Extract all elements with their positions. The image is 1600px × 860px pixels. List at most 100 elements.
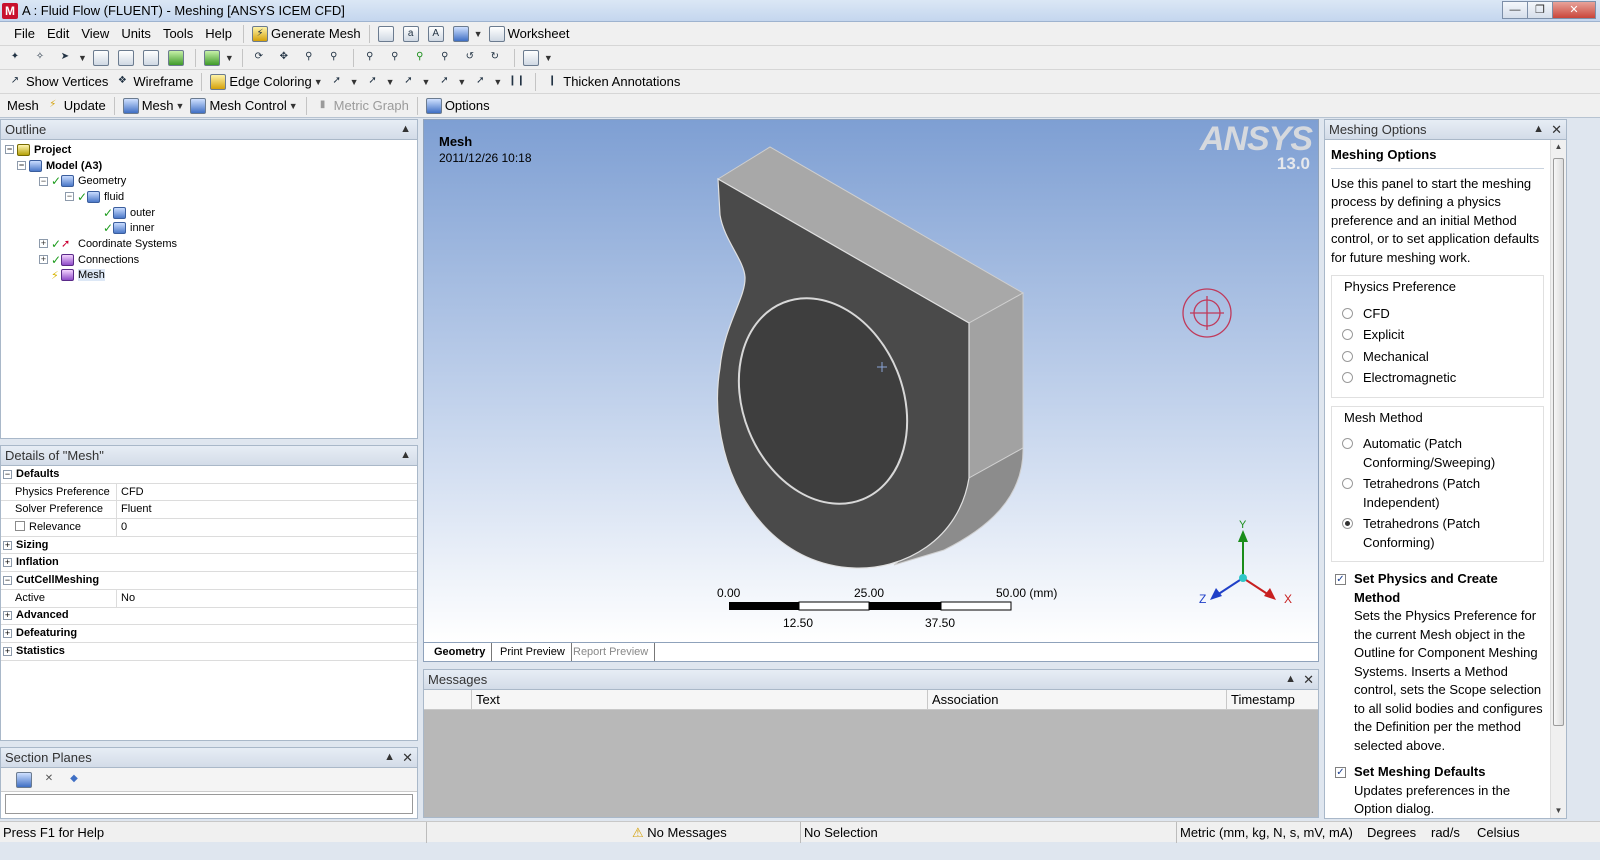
radio-tetra-conforming[interactable]: Tetrahedrons (Patch Conforming) bbox=[1336, 515, 1539, 552]
status-messages[interactable]: ⚠ No Messages bbox=[632, 824, 727, 842]
edge-coloring-button[interactable]: Edge Coloring ▼ bbox=[207, 72, 325, 92]
menu-units[interactable]: Units bbox=[115, 26, 157, 41]
edge-display-1-button[interactable]: ➚ ▼ bbox=[326, 72, 362, 92]
options-button[interactable]: Options bbox=[423, 96, 493, 116]
collapse-icon[interactable]: − bbox=[17, 161, 26, 171]
menu-help[interactable]: Help bbox=[199, 26, 238, 41]
scroll-down-icon[interactable]: ▼ bbox=[1551, 804, 1566, 818]
select-mode-icon[interactable]: ✦ bbox=[4, 48, 29, 68]
group-statistics[interactable]: + Statistics bbox=[1, 643, 417, 661]
wireframe-button[interactable]: ❖ Wireframe bbox=[111, 72, 196, 92]
status-rate[interactable]: rad/s bbox=[1431, 824, 1460, 842]
group-inflation[interactable]: + Inflation bbox=[1, 554, 417, 573]
tab-report-preview[interactable]: Report Preview bbox=[567, 643, 656, 661]
vertex-select-icon[interactable]: ✧ bbox=[29, 48, 54, 68]
tree-node-outer[interactable]: ✓ outer bbox=[5, 205, 413, 221]
scroll-up-icon[interactable]: ▲ bbox=[1551, 140, 1566, 154]
meshing-options-scrollbar[interactable]: ▲ ▼ bbox=[1550, 140, 1566, 818]
radio-cfd[interactable]: CFD bbox=[1342, 305, 1539, 324]
group-advanced[interactable]: + Advanced bbox=[1, 608, 417, 626]
generate-mesh-button[interactable]: ⚡ Generate Mesh bbox=[249, 24, 364, 44]
mesh-control-button[interactable]: Mesh Control ▼ bbox=[187, 96, 300, 116]
select-edge-icon[interactable] bbox=[115, 48, 140, 68]
abc-button[interactable]: a bbox=[400, 24, 425, 44]
select-face-icon[interactable] bbox=[140, 48, 165, 68]
status-temperature[interactable]: Celsius bbox=[1477, 824, 1520, 842]
zoom-icon[interactable]: ⚲ bbox=[298, 48, 323, 68]
menu-view[interactable]: View bbox=[75, 26, 115, 41]
expand-icon[interactable]: + bbox=[39, 255, 48, 265]
parameter-checkbox[interactable] bbox=[15, 521, 25, 532]
set-defaults-checkbox-row[interactable]: ✓ Set Meshing Defaults Updates preferenc… bbox=[1331, 763, 1544, 818]
zoom-to-fit-icon[interactable]: ⚲ bbox=[359, 48, 384, 68]
rotate-icon[interactable]: ⟳ bbox=[248, 48, 273, 68]
expand-icon[interactable]: + bbox=[39, 239, 48, 249]
close-icon[interactable]: ✕ bbox=[402, 748, 413, 767]
radio-electromagnetic[interactable]: Electromagnetic bbox=[1342, 369, 1539, 388]
radio-explicit[interactable]: Explicit bbox=[1342, 326, 1539, 345]
edit-section-plane-icon[interactable]: ◆ bbox=[63, 770, 88, 790]
tree-node-fluid[interactable]: − ✓ fluid bbox=[5, 189, 413, 205]
graphics-viewport[interactable]: Mesh 2011/12/26 10:18 ANSYS 13.0 0.00 25… bbox=[423, 119, 1319, 643]
expand-icon[interactable]: + bbox=[3, 629, 12, 639]
restore-button[interactable]: ❐ bbox=[1527, 1, 1553, 19]
set-physics-checkbox[interactable]: ✓ bbox=[1335, 574, 1346, 585]
row-active[interactable]: Active No bbox=[1, 589, 417, 608]
section-planes-list[interactable] bbox=[5, 794, 413, 814]
magnifier-icon[interactable]: ⚲ bbox=[409, 48, 434, 68]
tree-node-project[interactable]: − Project bbox=[5, 142, 413, 158]
edge-display-3-button[interactable]: ➚ ▼ bbox=[397, 72, 433, 92]
collapse-icon[interactable]: − bbox=[3, 575, 12, 585]
group-cutcellmeshing[interactable]: − CutCellMeshing bbox=[1, 572, 417, 590]
viewport-layout-icon[interactable]: ▼ bbox=[520, 48, 556, 68]
column-timestamp[interactable]: Timestamp bbox=[1227, 690, 1318, 709]
pointer-icon[interactable]: ➤ ▼ bbox=[54, 48, 90, 68]
column-association[interactable]: Association bbox=[928, 690, 1227, 709]
set-physics-checkbox-row[interactable]: ✓ Set Physics and Create Method Sets the… bbox=[1331, 570, 1544, 755]
menu-edit[interactable]: Edit bbox=[41, 26, 75, 41]
tab-geometry[interactable]: Geometry bbox=[428, 643, 493, 661]
show-vertices-button[interactable]: ↗ Show Vertices bbox=[4, 72, 111, 92]
radio-automatic[interactable]: Automatic (Patch Conforming/Sweeping) bbox=[1336, 435, 1539, 472]
tree-node-model[interactable]: − Model (A3) bbox=[5, 158, 413, 174]
menu-file[interactable]: File bbox=[8, 26, 41, 41]
pan-icon[interactable]: ✥ bbox=[273, 48, 298, 68]
collapse-icon[interactable]: − bbox=[3, 469, 12, 479]
pin-icon[interactable]: ▲ bbox=[1285, 670, 1296, 689]
collapse-icon[interactable]: − bbox=[39, 176, 48, 186]
close-window-button[interactable]: ✕ bbox=[1552, 1, 1596, 19]
row-solver-preference[interactable]: Solver Preference Fluent bbox=[1, 501, 417, 520]
set-defaults-checkbox[interactable]: ✓ bbox=[1335, 767, 1346, 778]
group-sizing[interactable]: + Sizing bbox=[1, 537, 417, 555]
pin-icon[interactable]: ▲ bbox=[384, 748, 395, 767]
edge-display-5-button[interactable]: ➚ ▼ bbox=[469, 72, 505, 92]
row-relevance[interactable]: Relevance 0 bbox=[1, 519, 417, 537]
tree-node-inner[interactable]: ✓ inner bbox=[5, 220, 413, 236]
tree-node-coordinate-systems[interactable]: + ✓ ➚ Coordinate Systems bbox=[5, 236, 413, 252]
annotation-button[interactable]: A bbox=[425, 24, 450, 44]
scrollbar-thumb[interactable] bbox=[1553, 158, 1564, 726]
extend-selection-icon[interactable]: ▼ bbox=[201, 48, 237, 68]
pin-icon[interactable]: ▲ bbox=[400, 120, 411, 139]
expand-icon[interactable]: + bbox=[3, 611, 12, 621]
group-defaults[interactable]: − Defaults bbox=[1, 466, 417, 484]
radio-mechanical[interactable]: Mechanical bbox=[1342, 348, 1539, 367]
pin-icon[interactable]: ▲ bbox=[400, 446, 411, 465]
new-section-plane-icon[interactable] bbox=[13, 770, 38, 790]
minimize-button[interactable]: — bbox=[1502, 1, 1528, 19]
tree-node-connections[interactable]: + ✓ Connections bbox=[5, 252, 413, 268]
close-icon[interactable]: ✕ bbox=[1303, 670, 1314, 689]
expand-icon[interactable]: + bbox=[3, 540, 12, 550]
box-zoom-icon[interactable]: ⚲ bbox=[384, 48, 409, 68]
delete-section-plane-icon[interactable]: ✕ bbox=[38, 770, 63, 790]
metric-graph-button[interactable]: ▮ Metric Graph bbox=[312, 96, 412, 116]
group-defeaturing[interactable]: + Defeaturing bbox=[1, 625, 417, 643]
expand-icon[interactable]: + bbox=[3, 646, 12, 656]
tab-print-preview[interactable]: Print Preview bbox=[494, 643, 572, 661]
pin-icon[interactable]: ▲ bbox=[1533, 120, 1544, 139]
row-physics-preference[interactable]: Physics Preference CFD bbox=[1, 483, 417, 502]
next-view-icon[interactable]: ↻ bbox=[484, 48, 509, 68]
tree-node-geometry[interactable]: − ✓ Geometry bbox=[5, 173, 413, 189]
edge-display-2-button[interactable]: ➚ ▼ bbox=[362, 72, 398, 92]
chart-button[interactable]: ▼ bbox=[450, 24, 486, 44]
